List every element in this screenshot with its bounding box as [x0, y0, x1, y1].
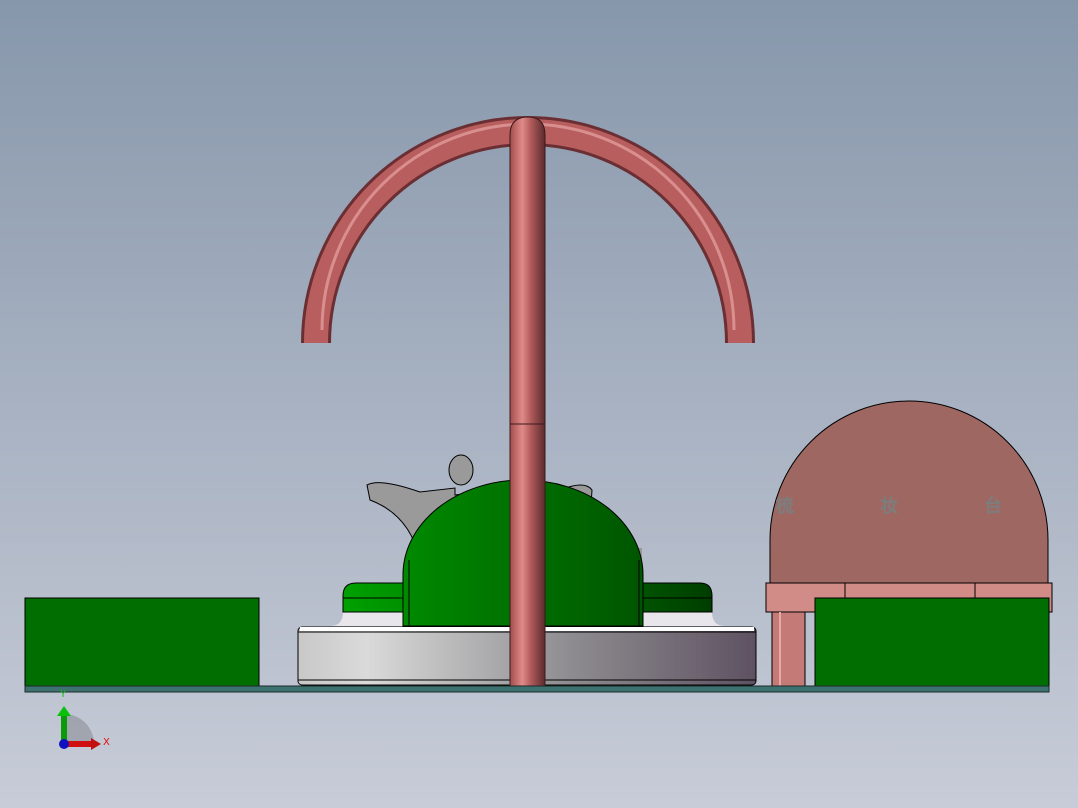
vertical-pole[interactable]	[509, 116, 546, 687]
cad-viewport[interactable]: 梳 妆 台 X Y	[0, 0, 1078, 808]
x-axis-label: X	[103, 737, 110, 748]
ground-plate[interactable]	[24, 685, 1050, 693]
left-green-block[interactable]	[24, 597, 260, 687]
y-axis-label: Y	[59, 689, 67, 700]
right-green-block[interactable]	[814, 597, 1050, 687]
dresser-label: 梳 妆 台	[776, 495, 1043, 517]
z-axis-dot	[59, 739, 69, 749]
dresser-leg	[771, 611, 806, 687]
